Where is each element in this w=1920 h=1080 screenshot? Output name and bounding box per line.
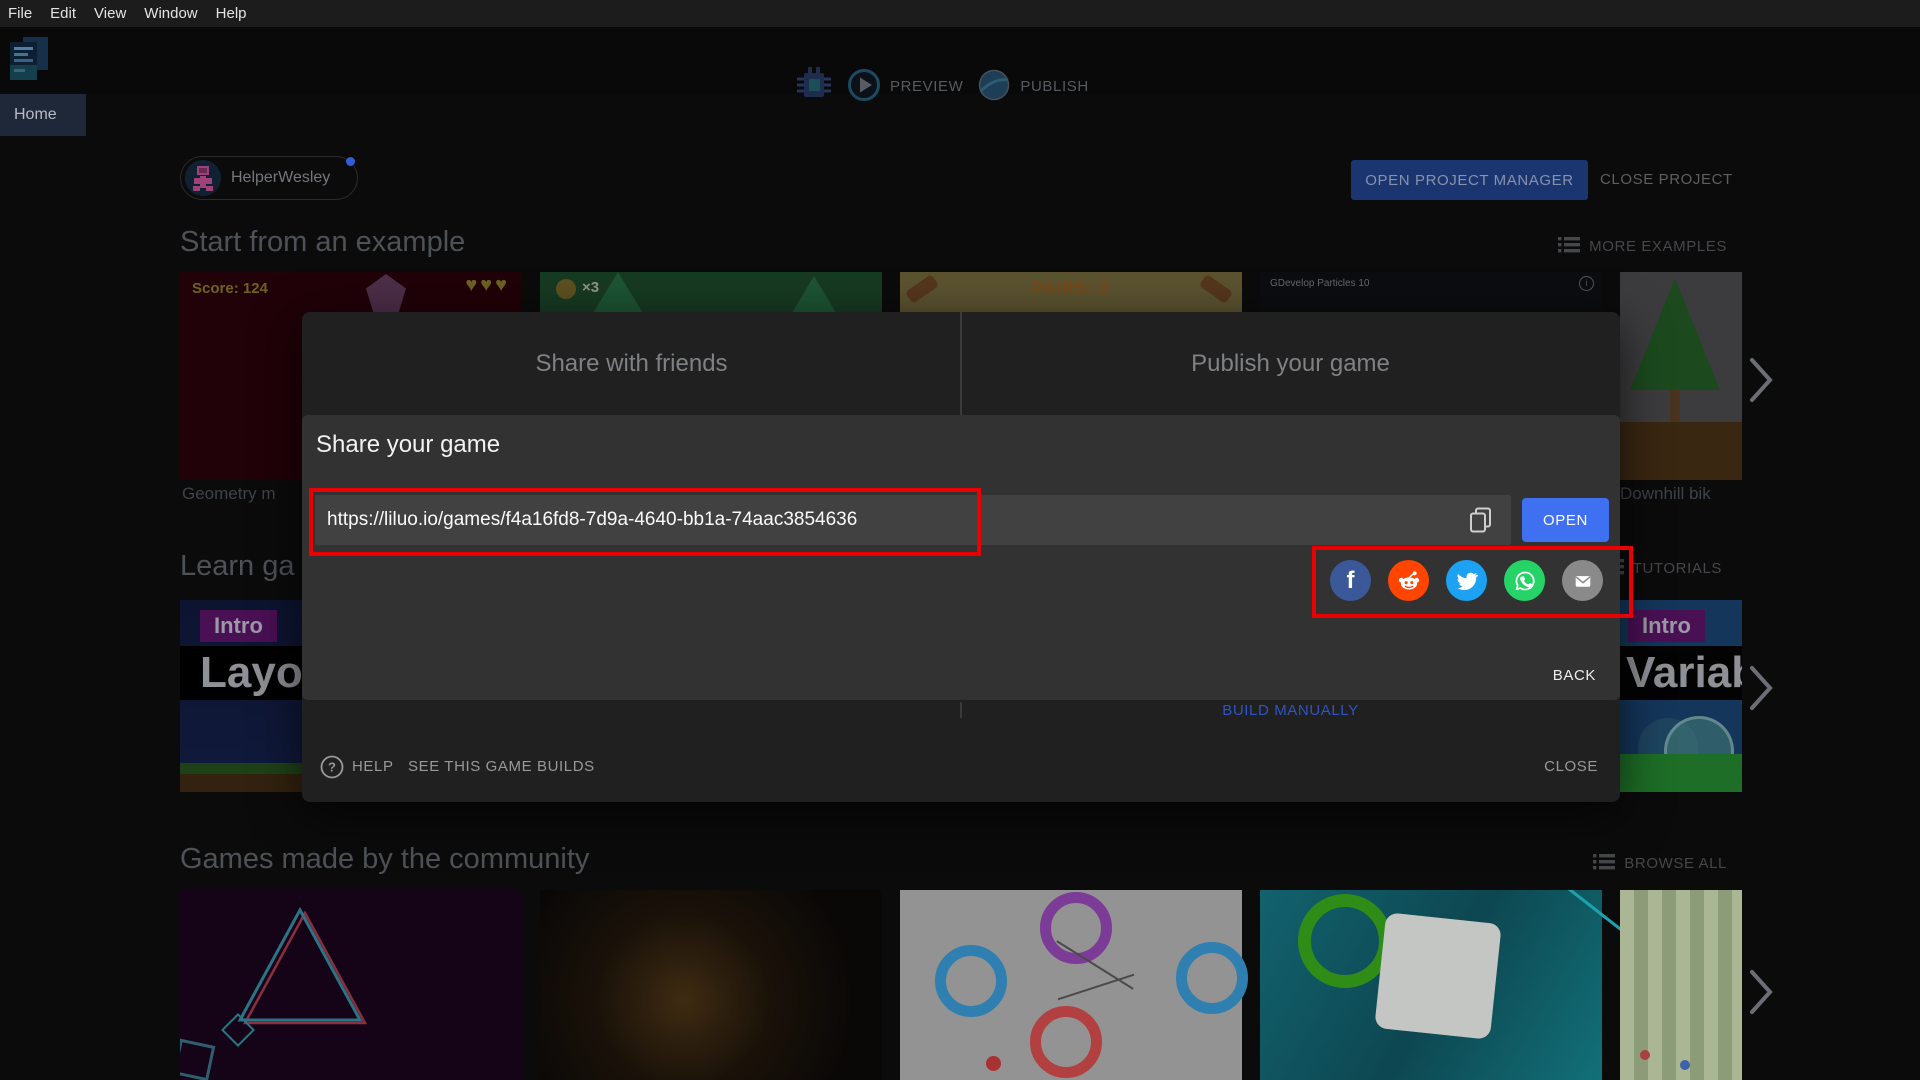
notification-dot [346,157,355,166]
tree-trunk [1670,390,1680,422]
particles-title: GDevelop Particles 10 [1270,278,1370,289]
help-button[interactable]: HELP [352,752,394,782]
chevron-right-icon[interactable] [1748,968,1774,1021]
dialog-footer: ? HELP SEE THIS GAME BUILDS CLOSE [302,752,1620,782]
share-panel-title: Share your game [316,431,501,458]
example-thumb-downhill[interactable] [1620,272,1742,480]
tutorials-label: TUTORIALS [1632,560,1722,577]
example-label-geometry[interactable]: Geometry m [182,484,276,504]
play-icon [847,68,881,106]
copy-button[interactable] [1464,503,1498,537]
gdevelop-window: File Edit View Window Help PREVIEW PUBLI… [0,0,1920,1080]
community-thumb-2[interactable] [540,890,882,1080]
help-icon[interactable]: ? [320,755,344,784]
community-thumb-1[interactable] [180,890,522,1080]
open-button[interactable]: OPEN [1522,498,1609,542]
username: HelperWesley [231,169,331,186]
pairs-label: PAIRS: 2 [1031,278,1111,297]
preview-label: PREVIEW [890,78,964,95]
menu-help[interactable]: Help [216,5,247,22]
publish-label: PUBLISH [1020,78,1089,95]
menu-file[interactable]: File [8,5,32,22]
learn-section-title: Learn ga [180,550,295,582]
hearts-icons: ♥♥♥ [465,274,510,296]
open-project-manager-button[interactable]: OPEN PROJECT MANAGER [1351,160,1588,200]
ring-shape [1030,1006,1102,1078]
ground-strip [1620,754,1742,792]
menu-bar: File Edit View Window Help [0,0,1920,27]
more-examples-button[interactable]: MORE EXAMPLES [1558,236,1727,257]
annotation-box-social [1312,546,1633,618]
back-button[interactable]: BACK [1553,667,1596,684]
coin-counter: ×3 [582,279,600,296]
dot-shape [1640,1050,1650,1060]
dot-shape [1680,1060,1690,1070]
avatar [185,160,221,196]
tab-home[interactable]: Home [0,94,86,136]
menu-view[interactable]: View [94,5,126,22]
debugger-icon[interactable] [795,65,833,108]
close-button[interactable]: CLOSE [1544,752,1598,782]
browse-all-button[interactable]: BROWSE ALL [1593,853,1727,874]
community-row [180,890,1742,1080]
svg-text:?: ? [328,760,336,775]
tutorial-title: Variab [1626,648,1742,697]
square-shape [1374,912,1502,1040]
preview-button[interactable]: PREVIEW [847,68,963,106]
needle-shape [1057,973,1135,1001]
toolbar: PREVIEW PUBLISH [0,27,1920,101]
tab-share-with-friends[interactable]: Share with friends [302,312,961,415]
see-game-builds-button[interactable]: SEE THIS GAME BUILDS [408,752,595,782]
chevron-right-icon[interactable] [1748,664,1774,717]
ball-shape [986,1056,1001,1071]
globe-icon [977,68,1011,106]
coin-icon [556,279,576,299]
user-profile-chip[interactable]: HelperWesley [180,156,358,200]
ring-shape [1176,942,1248,1014]
build-manually-link[interactable]: BUILD MANUALLY [961,702,1620,719]
tree-shape [1630,278,1720,390]
examples-section-title: Start from an example [180,226,466,258]
annotation-box-url [309,488,981,556]
ring-shape [935,945,1007,1017]
more-examples-label: MORE EXAMPLES [1589,238,1727,255]
tab-publish-your-game[interactable]: Publish your game [961,312,1620,415]
list-icon [1558,236,1581,257]
community-thumb-3[interactable] [900,890,1248,1080]
intro-tag: Intro [200,610,277,642]
ring-shape [1298,894,1392,988]
tutorial-thumb-variables[interactable]: Intro Variab +1 [1620,600,1742,792]
list-icon [1593,853,1616,874]
menu-window[interactable]: Window [144,5,197,22]
publish-button[interactable]: PUBLISH [977,68,1088,106]
tree-shape [790,276,838,316]
close-project-button[interactable]: CLOSE PROJECT [1600,160,1733,200]
browse-all-label: BROWSE ALL [1624,855,1727,872]
example-label-downhill[interactable]: Downhill bik [1620,484,1711,504]
copy-icon [1470,507,1491,533]
intro-tag: Intro [1628,610,1705,642]
menu-edit[interactable]: Edit [50,5,76,22]
community-thumb-5[interactable] [1620,890,1742,1080]
square-shape [180,1038,216,1080]
chevron-right-icon[interactable] [1748,356,1774,409]
dirt-ground [1620,422,1742,480]
info-icon: i [1579,276,1594,291]
score-label: Score: 124 [192,280,268,297]
community-section-title: Games made by the community [180,843,590,875]
project-manager-icon[interactable] [8,36,50,89]
monster-shape [366,274,406,312]
community-thumb-4[interactable] [1260,890,1646,1080]
